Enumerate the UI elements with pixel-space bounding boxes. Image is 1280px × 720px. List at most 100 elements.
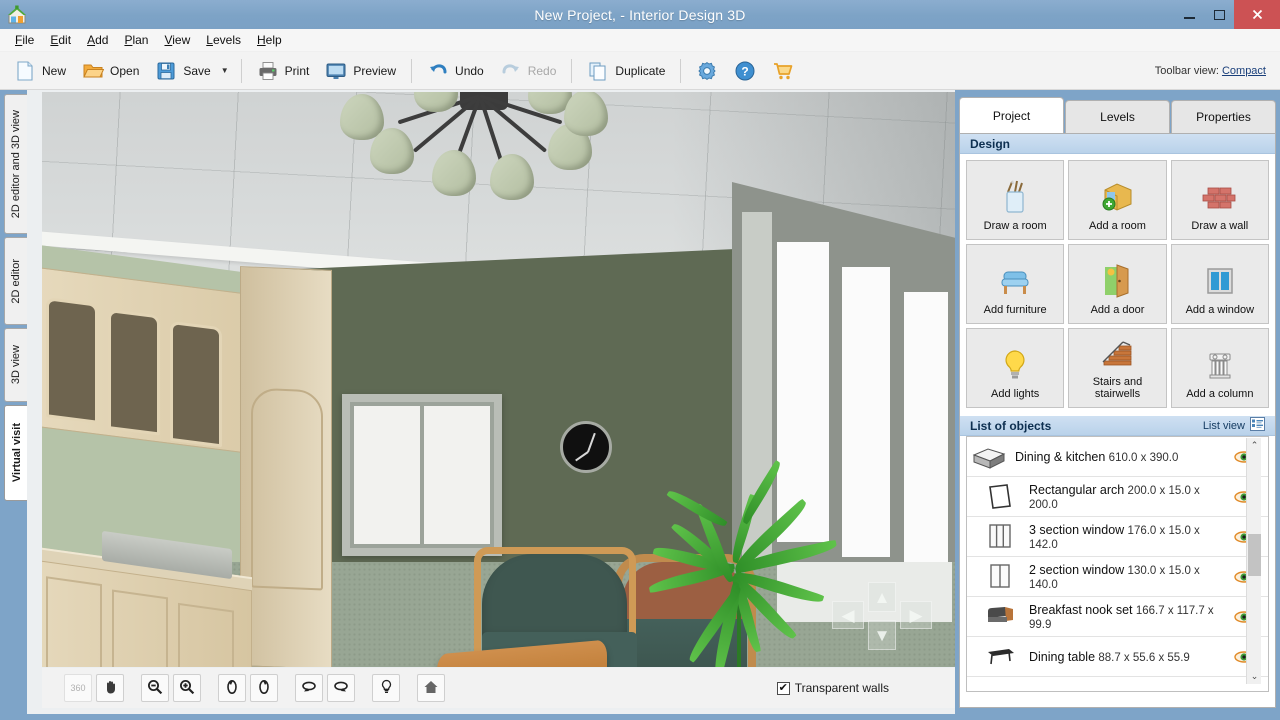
add-a-door-label: Add a door [1090,304,1145,317]
orbit-left-button[interactable] [295,674,323,702]
object-list-scrollbar[interactable]: ⌃ ⌄ [1246,438,1261,684]
add-a-window-button[interactable]: Add a window [1170,244,1269,324]
list-item[interactable]: Breakfast nook set 166.7 x 117.7 x 99.9 [967,597,1268,637]
printer-icon [257,60,279,82]
reset-view-button[interactable] [417,674,445,702]
shop-button[interactable] [764,56,802,86]
list-item[interactable]: Dining table 88.7 x 55.6 x 55.9 [967,637,1268,677]
menu-plan[interactable]: Plan [117,30,155,50]
orbit-right-button[interactable] [327,674,355,702]
zoom-in-button[interactable] [173,674,201,702]
sidebar-tab-2d-editor-and-3d-view[interactable]: 2D editor and 3D view [4,94,27,234]
minimize-button[interactable] [1174,0,1204,29]
settings-button[interactable] [688,56,726,86]
toolbar-redo-button[interactable]: Redo [492,56,565,86]
scrollbar-thumb[interactable] [1248,534,1261,576]
rotate-360-button[interactable]: 360 [64,674,92,702]
transparent-walls-control[interactable]: ✔ Transparent walls [776,681,955,695]
menu-accel: A [87,33,96,47]
help-icon: ? [734,60,756,82]
nav-up-button[interactable]: ▲ [868,582,896,612]
rotate-left-icon [224,679,240,698]
list-item-name: Dining & kitchen [1015,449,1106,464]
toolbar-print-label: Print [284,63,310,78]
tab-project[interactable]: Project [959,97,1064,133]
monitor-icon [325,60,347,82]
scroll-down-button[interactable]: ⌄ [1247,669,1262,684]
close-button[interactable] [1234,0,1280,29]
tab-levels[interactable]: Levels [1065,100,1170,133]
navigation-pad[interactable]: ▲ ▼ ◀ ▶ [832,582,932,650]
nav-down-button[interactable]: ▼ [868,620,896,650]
list-item[interactable]: 3 section window 176.0 x 15.0 x 142.0 [967,517,1268,557]
zoom-in-icon [179,679,195,698]
menu-add[interactable]: Add [80,30,115,50]
draw-a-room-button[interactable]: Draw a room [966,160,1065,240]
toggle-light-button[interactable] [372,674,400,702]
open-folder-icon [82,60,105,82]
nav-right-button[interactable]: ▶ [900,601,932,629]
toolbar-duplicate-button[interactable]: Duplicate [579,56,673,86]
help-button[interactable]: ? [726,56,764,86]
add-a-door-button[interactable]: Add a door [1068,244,1167,324]
menu-help[interactable]: Help [250,30,289,50]
add-lights-button[interactable]: Add lights [966,328,1065,408]
room-icon [971,442,1007,472]
add-furniture-button[interactable]: Add furniture [966,244,1065,324]
list-item-text: 2 section window 130.0 x 15.0 x 140.0 [1029,563,1226,591]
tab-properties[interactable]: Properties [1171,100,1276,133]
orbit-left-icon [301,679,317,698]
main-toolbar: New Open Save ▼ Print Preview Undo Redo … [0,52,1280,90]
object-list[interactable]: Dining & kitchen 610.0 x 390.0 Rectangul… [966,436,1269,692]
maximize-button[interactable] [1204,0,1234,29]
viewport-toolbar: 360 ✔ Transparent walls [42,668,955,708]
add-a-room-button[interactable]: Add a room [1068,160,1167,240]
nav-left-button[interactable]: ◀ [832,601,864,629]
zoom-out-icon [147,679,163,698]
add-a-column-button[interactable]: Add a column [1170,328,1269,408]
save-dropdown-arrow[interactable]: ▼ [219,66,234,75]
list-view-control[interactable]: List view [1203,417,1265,434]
menu-view[interactable]: View [157,30,197,50]
list-view-icon[interactable] [1250,417,1265,434]
menu-levels[interactable]: Levels [199,30,248,50]
rotate-right-button[interactable] [250,674,278,702]
sidebar-tab-3d-view[interactable]: 3D view [4,328,27,402]
3d-viewport[interactable]: ▲ ▼ ◀ ▶ [42,92,955,667]
right-window-mid [842,267,890,557]
toolbar-print-button[interactable]: Print [249,56,318,86]
pan-button[interactable] [96,674,124,702]
zoom-out-button[interactable] [141,674,169,702]
list-item[interactable]: 2 section window 130.0 x 15.0 x 140.0 [967,557,1268,597]
scroll-up-button[interactable]: ⌃ [1247,438,1262,453]
toolbar-save-button[interactable]: Save [147,56,218,86]
undo-arrow-icon [427,60,449,82]
toolbar-new-button[interactable]: New [6,56,74,86]
table-icon [985,642,1021,672]
draw-a-wall-button[interactable]: Draw a wall [1170,160,1269,240]
toolbar-view-switch: Toolbar view: Compact [1155,65,1274,77]
toolbar-undo-button[interactable]: Undo [419,56,492,86]
list-item[interactable]: Rectangular arch 200.0 x 15.0 x 200.0 [967,477,1268,517]
nav-down-glyph: ▼ [873,625,891,645]
toolbar-preview-button[interactable]: Preview [317,56,404,86]
list-item-text: Rectangular arch 200.0 x 15.0 x 200.0 [1029,483,1226,511]
rotate-left-button[interactable] [218,674,246,702]
toolbar-open-button[interactable]: Open [74,56,147,86]
sidebar-tab-2d-editor[interactable]: 2D editor [4,237,27,325]
objects-section-header: List of objects List view [960,416,1275,436]
list-item[interactable]: Dining & kitchen 610.0 x 390.0 [967,437,1268,477]
add-a-column-label: Add a column [1186,388,1254,401]
menu-file[interactable]: File [8,30,41,50]
sidebar-tab-virtual-visit[interactable]: Virtual visit [4,405,29,501]
menu-edit[interactable]: Edit [43,30,78,50]
add-furniture-label: Add furniture [983,304,1047,317]
brick-wall-icon [1200,178,1240,216]
window-controls [1174,0,1280,29]
toolbar-view-link[interactable]: Compact [1222,65,1266,77]
transparent-walls-checkbox[interactable]: ✔ [776,681,790,695]
stairs-and-stairwells-button[interactable]: Stairs and stairwells [1068,328,1167,408]
list-item-text: 3 section window 176.0 x 15.0 x 142.0 [1029,523,1226,551]
add-a-window-label: Add a window [1185,304,1255,317]
window-title: New Project, - Interior Design 3D [534,6,746,23]
